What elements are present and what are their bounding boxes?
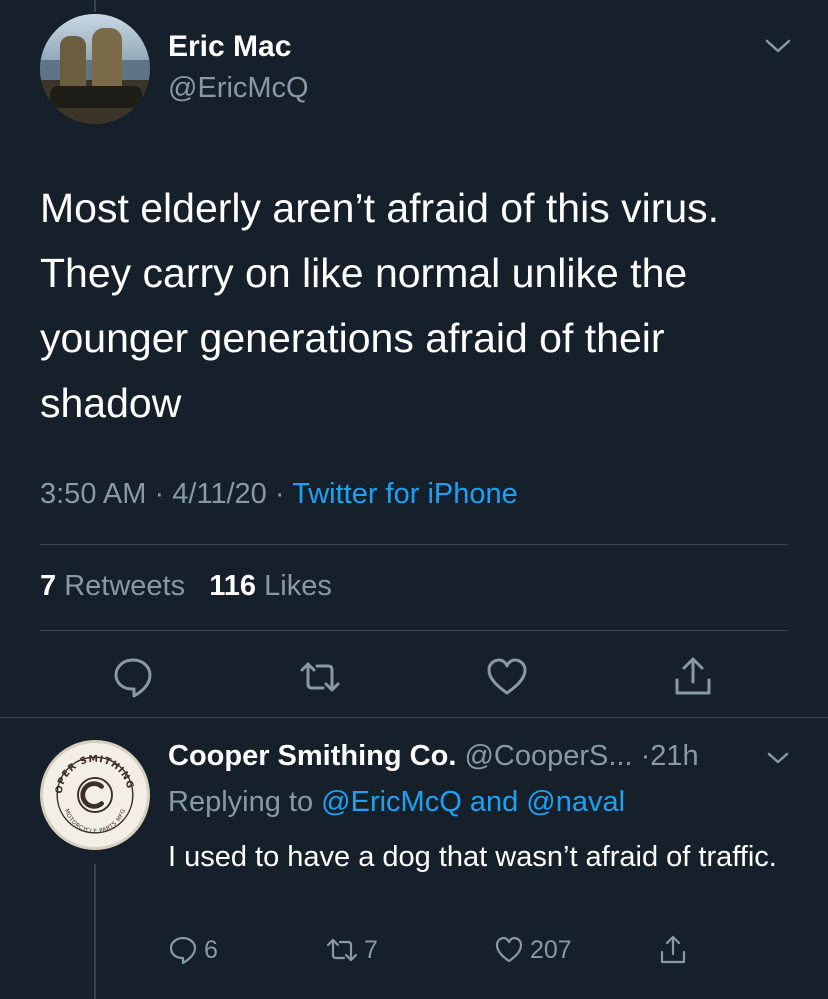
- like-count: 207: [530, 935, 572, 964]
- share-icon[interactable]: [670, 654, 716, 700]
- section-divider: [0, 717, 828, 718]
- meta-separator: ·: [274, 478, 285, 510]
- tweet-stats: 7 Retweets 116 Likes: [40, 570, 332, 603]
- divider: [40, 544, 788, 545]
- tweet-meta: 3:50 AM · 4/11/20 · Twitter for iPhone: [40, 478, 518, 511]
- likes-stat[interactable]: 116 Likes: [209, 570, 332, 602]
- reply-text: I used to have a dog that wasn’t afraid …: [168, 841, 777, 873]
- reply-count: 6: [204, 935, 218, 964]
- heart-icon[interactable]: [484, 654, 530, 700]
- reply-age: ·21h: [640, 740, 699, 772]
- tweet-source-link[interactable]: Twitter for iPhone: [292, 478, 518, 510]
- chevron-down-icon[interactable]: [764, 748, 792, 768]
- tweet-time: 3:50 AM: [40, 478, 147, 510]
- mention-link[interactable]: @EricMcQ: [321, 786, 462, 818]
- divider: [40, 630, 788, 631]
- reply-icon: [169, 936, 197, 965]
- mention-link[interactable]: @naval: [526, 786, 625, 818]
- retweet-icon[interactable]: [297, 654, 343, 700]
- retweet-action[interactable]: 7: [326, 934, 378, 966]
- author-handle[interactable]: @EricMcQ: [168, 72, 309, 105]
- replying-to: Replying to @EricMcQ and @naval: [168, 786, 626, 818]
- reply-author-name[interactable]: Cooper Smithing Co.: [168, 740, 456, 772]
- reply-icon[interactable]: [110, 654, 156, 700]
- chevron-down-icon[interactable]: [764, 36, 792, 56]
- reply-author-avatar[interactable]: COOPER SMITHING CO MOTORCYCLE PARTS MFG: [40, 740, 150, 850]
- reply-author-handle[interactable]: @CooperS...: [464, 740, 632, 772]
- retweets-stat[interactable]: 7 Retweets: [40, 570, 185, 602]
- meta-separator: ·: [154, 478, 165, 510]
- share-action[interactable]: [658, 934, 688, 966]
- heart-icon: [495, 936, 523, 963]
- author-avatar[interactable]: [40, 14, 150, 124]
- thread-line: [94, 864, 96, 999]
- retweet-icon: [326, 938, 358, 962]
- reply-header: Cooper Smithing Co. @CooperS... ·21h: [168, 740, 699, 773]
- tweet-text: Most elderly aren’t afraid of this virus…: [40, 185, 720, 426]
- tweet-date: 4/11/20: [172, 478, 267, 510]
- thread-line-top: [94, 0, 96, 12]
- share-icon: [660, 935, 686, 964]
- like-action[interactable]: 207: [494, 934, 572, 966]
- retweet-count: 7: [364, 935, 378, 964]
- author-name[interactable]: Eric Mac: [168, 30, 291, 64]
- reply-action[interactable]: 6: [168, 934, 218, 966]
